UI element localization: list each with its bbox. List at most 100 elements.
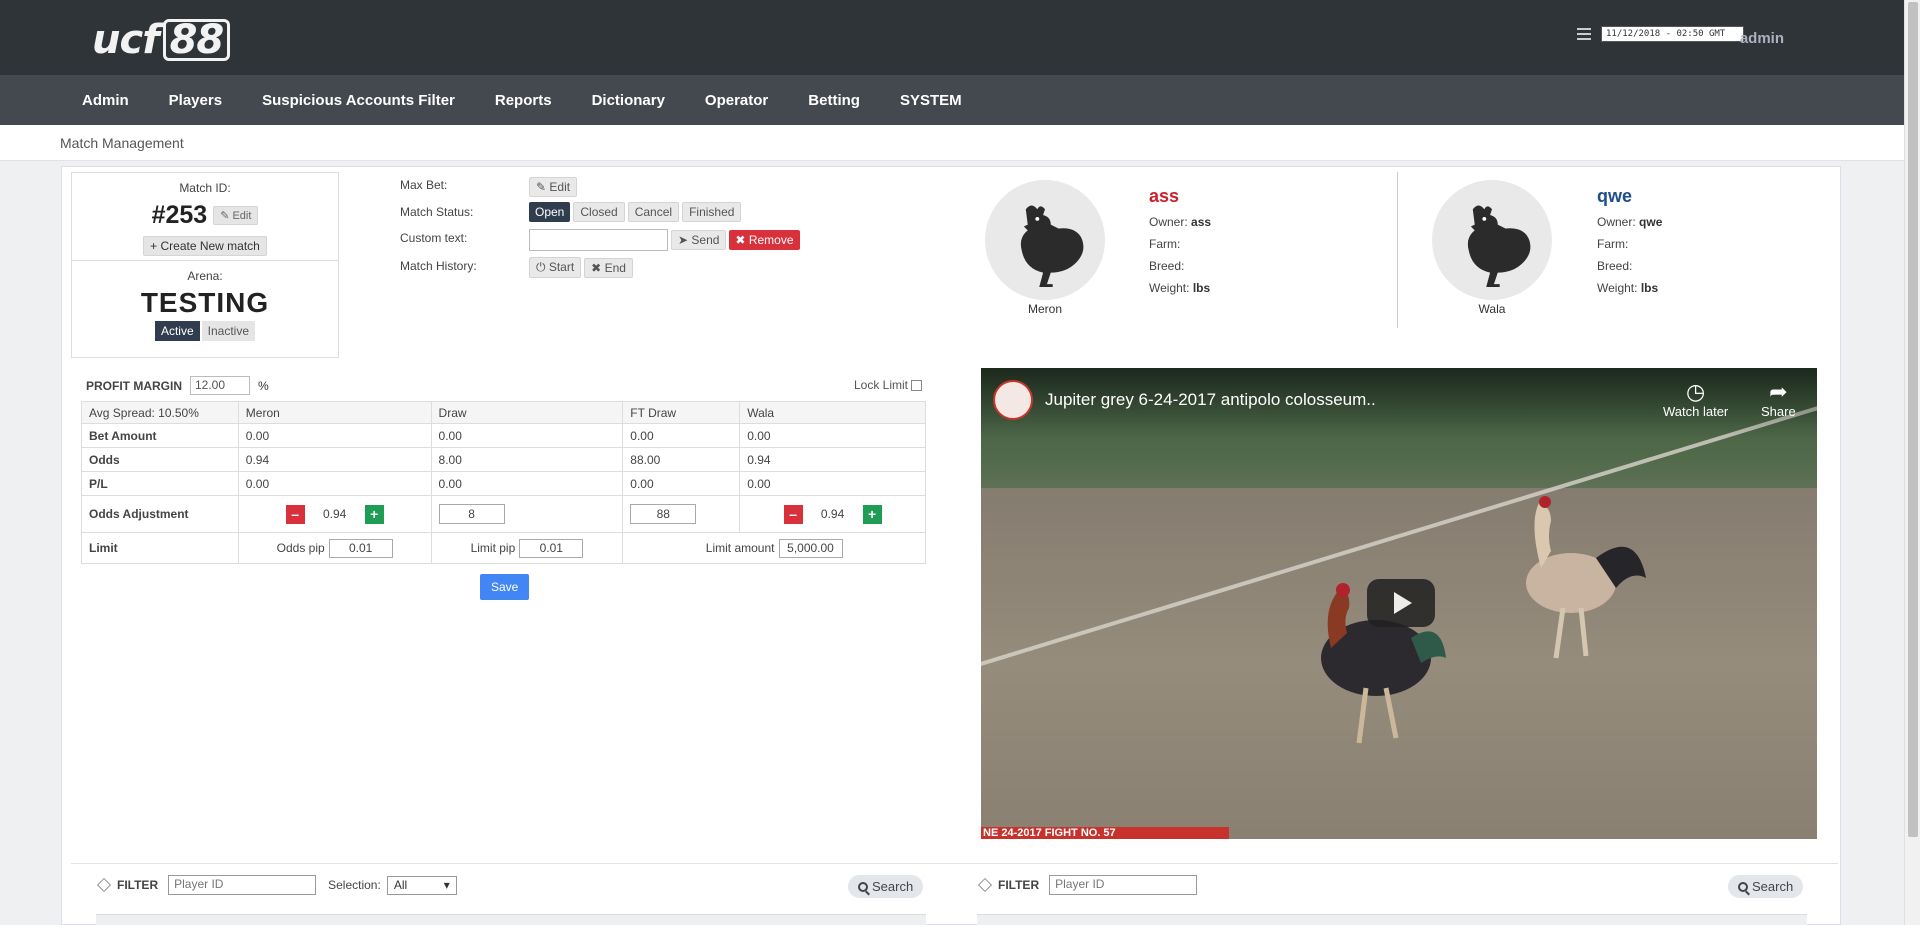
- nav-players[interactable]: Players: [149, 92, 242, 109]
- page-scrollbar[interactable]: [1904, 0, 1920, 925]
- save-button[interactable]: Save: [480, 574, 530, 600]
- wala-adjust-value[interactable]: 0.94: [803, 507, 863, 521]
- profit-margin-label: PROFIT MARGIN: [86, 378, 182, 393]
- logo-text: ucf: [92, 17, 160, 63]
- bet-amount-label: Bet Amount: [81, 423, 239, 448]
- status-finished-button[interactable]: Finished: [682, 202, 742, 222]
- share-button[interactable]: ➦ Share: [1761, 379, 1796, 420]
- channel-avatar[interactable]: [993, 380, 1033, 420]
- max-bet-label: Max Bet:: [400, 178, 448, 192]
- odds-adjustment-row: Odds Adjustment – 0.94 + 8 88 – 0.94 +: [81, 495, 926, 533]
- nav-system[interactable]: SYSTEM: [880, 92, 982, 109]
- odds-pip-label: Odds pip: [276, 541, 325, 555]
- player-id-input[interactable]: Player ID: [168, 875, 317, 895]
- meron-increase-button[interactable]: +: [364, 504, 384, 524]
- match-id-label: Match ID:: [179, 181, 231, 195]
- filter-divider: [71, 863, 1838, 864]
- profit-margin-input[interactable]: 12.00: [190, 376, 250, 395]
- send-button[interactable]: ➤ Send: [671, 230, 727, 250]
- status-cancel-button[interactable]: Cancel: [627, 202, 680, 222]
- limit-row: Limit Odds pip 0.01 Limit pip 0.01 Limit a…: [81, 532, 926, 564]
- limit-amount-cell: Limit amount 5,000.00: [622, 532, 926, 564]
- active-button[interactable]: Active: [154, 321, 200, 341]
- left-search-button[interactable]: Search: [848, 875, 924, 898]
- share-label: Share: [1761, 404, 1796, 419]
- max-bet-edit-label: Edit: [549, 180, 571, 194]
- scrollbar-thumb[interactable]: [1908, 2, 1918, 837]
- meron-adjust-value[interactable]: 0.94: [305, 507, 365, 521]
- lock-limit-checkbox[interactable]: [911, 379, 923, 391]
- layers-icon: [978, 878, 992, 892]
- arena-label: Arena:: [187, 269, 223, 283]
- ft-draw-adjust-input[interactable]: 88: [630, 504, 697, 524]
- page-title: Match Management: [60, 135, 184, 151]
- table-cell: 0.00: [739, 471, 926, 496]
- site-logo[interactable]: ucf 88: [92, 17, 231, 63]
- nav-dictionary[interactable]: Dictionary: [572, 92, 685, 109]
- main-nav: Admin Players Suspicious Accounts Filter…: [0, 75, 1904, 125]
- limit-pip-label: Limit pip: [470, 541, 516, 555]
- divider: [72, 260, 338, 261]
- video-title[interactable]: Jupiter grey 6-24-2017 antipolo colosseu…: [1045, 390, 1376, 410]
- meron-owner-label: Owner:: [1149, 215, 1188, 229]
- wala-owner-label: Owner:: [1597, 215, 1636, 229]
- status-closed-button[interactable]: Closed: [573, 202, 625, 222]
- rooster-icon: [1467, 205, 1531, 288]
- wala-name: qwe: [1597, 186, 1633, 206]
- table-row: P/L 0.00 0.00 0.00 0.00: [81, 471, 926, 496]
- match-status-label: Match Status:: [400, 205, 474, 219]
- share-icon: ➦: [1769, 379, 1788, 404]
- limit-pip-input[interactable]: 0.01: [519, 538, 584, 558]
- meron-adjust-cell: – 0.94 +: [237, 495, 432, 533]
- inactive-button[interactable]: Inactive: [201, 321, 256, 341]
- selection-dropdown[interactable]: All ▾: [386, 875, 457, 895]
- wala-farm-label: Farm:: [1597, 237, 1629, 251]
- user-menu[interactable]: admin: [1740, 30, 1784, 47]
- match-info-box: Match ID: #253 ✎ Edit + Create New match…: [71, 172, 339, 358]
- start-button[interactable]: ⏻ Start: [529, 257, 582, 278]
- max-bet-edit-button[interactable]: ✎ Edit: [529, 177, 578, 197]
- table-cell: 0.00: [237, 471, 432, 496]
- rooster-icon: [1020, 205, 1084, 288]
- nav-reports[interactable]: Reports: [475, 92, 572, 109]
- odds-pip-input[interactable]: 0.01: [328, 538, 393, 558]
- edit-match-button[interactable]: ✎ Edit: [213, 206, 259, 225]
- meron-name: ass: [1149, 186, 1180, 206]
- end-button[interactable]: ✖ End: [584, 257, 633, 278]
- send-label: Send: [691, 233, 720, 247]
- layers-icon: [97, 878, 111, 892]
- player-id-input-right[interactable]: Player ID: [1049, 875, 1198, 895]
- edit-match-label: Edit: [232, 210, 252, 222]
- remove-label: Remove: [748, 233, 794, 247]
- arena-name: TESTING: [140, 287, 270, 318]
- video-banner: NE 24-2017 FIGHT NO. 57: [981, 827, 1229, 839]
- right-search-button[interactable]: Search: [1728, 875, 1804, 898]
- wala-decrease-button[interactable]: –: [783, 504, 803, 524]
- list-icon[interactable]: [1577, 28, 1591, 40]
- meron-decrease-button[interactable]: –: [285, 504, 305, 524]
- limit-amount-label: Limit amount: [705, 541, 775, 555]
- match-history-label: Match History:: [400, 259, 477, 273]
- play-button-icon[interactable]: [1367, 579, 1435, 627]
- custom-text-input[interactable]: [529, 229, 668, 251]
- nav-operator[interactable]: Operator: [685, 92, 788, 109]
- table-cell: 0.00: [430, 423, 624, 448]
- create-match-label: Create New match: [160, 239, 260, 253]
- draw-adjust-cell: 8: [430, 495, 624, 533]
- status-open-button[interactable]: Open: [529, 202, 571, 222]
- create-match-button[interactable]: + Create New match: [143, 236, 267, 256]
- video-player[interactable]: Jupiter grey 6-24-2017 antipolo colosseu…: [981, 368, 1817, 839]
- nav-betting[interactable]: Betting: [788, 92, 880, 109]
- wala-increase-button[interactable]: +: [862, 504, 882, 524]
- draw-adjust-input[interactable]: 8: [438, 504, 505, 524]
- remove-button[interactable]: ✖ Remove: [729, 230, 800, 250]
- nav-admin[interactable]: Admin: [62, 92, 149, 109]
- nav-suspicious-accounts[interactable]: Suspicious Accounts Filter: [242, 92, 475, 109]
- wala-header: Wala: [739, 401, 926, 424]
- selection-value: All: [393, 878, 408, 892]
- meron-farm-label: Farm:: [1149, 237, 1181, 251]
- limit-pip-cell: Limit pip 0.01: [430, 532, 624, 564]
- limit-amount-input[interactable]: 5,000.00: [778, 538, 843, 558]
- avg-spread-header: Avg Spread: 10.50%: [81, 401, 239, 424]
- watch-later-button[interactable]: ◷ Watch later: [1663, 380, 1728, 420]
